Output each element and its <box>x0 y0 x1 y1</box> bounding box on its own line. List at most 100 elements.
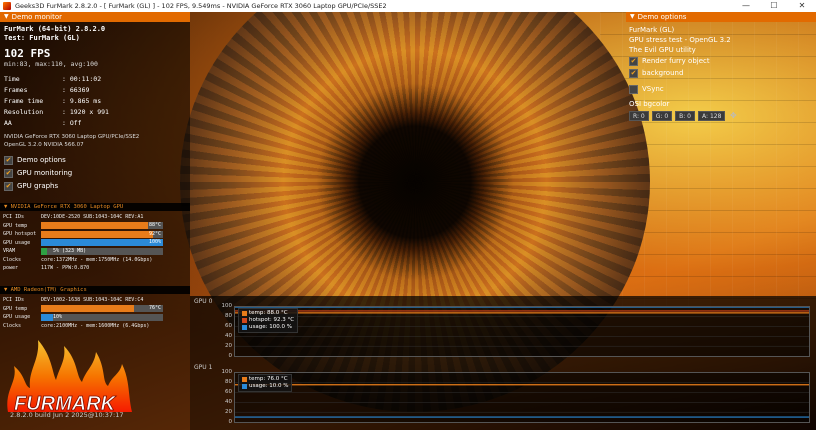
gpu0-header[interactable]: ▼ NVIDIA GeForce RTX 3060 Laptop GPU <box>0 203 190 211</box>
render-furry-object-toggle[interactable]: ✔ Render furry object <box>629 55 813 67</box>
gpu1-graph-title: GPU 1 <box>194 364 213 371</box>
collapse-arrow-icon[interactable]: ▼ <box>4 12 9 22</box>
stat-value: : 00:11:02 <box>62 75 102 83</box>
hotspot-label: GPU hotspot <box>3 231 37 238</box>
collapse-arrow-icon[interactable]: ▼ <box>4 204 11 210</box>
demo-options-toggle[interactable]: ✔ Demo options <box>4 154 186 167</box>
legend-label: usage: 100.0 % <box>249 324 292 330</box>
clocks-label: Clocks <box>3 256 22 263</box>
checkbox[interactable]: ✔ <box>629 56 638 66</box>
app-icon <box>3 2 11 10</box>
background-toggle[interactable]: ✔ background <box>629 67 813 79</box>
legend-swatch <box>242 377 247 382</box>
maximize-button[interactable]: ☐ <box>760 0 788 12</box>
temp-label: GPU temp <box>3 305 28 312</box>
osi-bgcolor-label: OSI bgcolor <box>629 100 670 108</box>
stat-label: Time <box>4 75 20 83</box>
stat-value: : 1920 x 991 <box>62 108 109 116</box>
checkbox[interactable] <box>629 84 638 94</box>
collapse-arrow-icon[interactable]: ▼ <box>630 12 635 22</box>
color-picker-icon[interactable]: ✥ <box>728 111 738 121</box>
minimize-button[interactable]: — <box>732 0 760 12</box>
window-title: Geeks3D FurMark 2.8.2.0 - [ FurMark (GL)… <box>15 2 387 10</box>
y-tick: 60 <box>225 389 232 395</box>
temp-label: GPU temp <box>3 222 28 229</box>
y-tick: 60 <box>225 323 232 329</box>
gpu-graphs-label: GPU graphs <box>17 182 59 190</box>
hotspot-value: 92°C <box>148 230 161 237</box>
osi-b-field[interactable]: B: 0 <box>675 111 696 121</box>
usage-value: 100% <box>148 239 161 246</box>
monitor-checks: ✔ Demo options ✔ GPU monitoring ✔ GPU graph… <box>4 154 186 193</box>
osi-g-field[interactable]: G: 0 <box>651 111 673 121</box>
vram-value: 5% (323 MB) <box>53 247 87 254</box>
vsync-toggle[interactable]: VSync <box>629 83 813 95</box>
osi-bgcolor-controls: R: 0 G: 0 B: 0 A: 128 ✥ <box>629 111 813 121</box>
legend-swatch <box>242 325 247 330</box>
gpu0-monitor: PCI IDs DEV:10DE-2520 SUB:1043-104C REV:A… <box>0 211 190 275</box>
gpu1-monitor: PCI IDs DEV:1002-1638 SUB:1043-104C REV:C… <box>0 294 190 332</box>
y-tick: 40 <box>225 399 232 405</box>
bar-fill <box>41 222 149 230</box>
stat-value: : 9.865 ms <box>62 97 102 105</box>
y-tick: 80 <box>225 379 232 385</box>
demo-monitor-header[interactable]: ▼ Demo monitor <box>0 12 190 22</box>
pci-value: DEV:10DE-2520 SUB:1043-104C REV:A1 <box>41 214 144 221</box>
stat-label: Resolution <box>4 108 44 116</box>
usage-label: GPU usage <box>3 314 31 321</box>
gpu1-header[interactable]: ▼ AMD Radeon(TM) Graphics <box>0 286 190 294</box>
gpu1-legend: temp: 76.0 °C usage: 10.0 % <box>238 374 293 392</box>
stats-list: Time: 00:11:02 Frames: 66369 Frame time:… <box>4 74 186 129</box>
app-name: FurMark (64-bit) 2.8.2.0 <box>4 25 106 33</box>
checkbox[interactable]: ✔ <box>4 169 13 178</box>
collapse-arrow-icon[interactable]: ▼ <box>4 287 11 293</box>
legend-swatch <box>242 311 247 316</box>
fps-readout: 102 FPS <box>4 47 51 60</box>
gl-version: OpenGL 3.2.0 NVIDIA 566.07 <box>4 142 84 148</box>
gpu0-vram-bar: 5% (323 MB) <box>41 247 163 255</box>
gpu-renderer: NVIDIA GeForce RTX 3060 Laptop GPU/PCIe/… <box>4 134 140 140</box>
temp-value: 76°C <box>148 305 161 312</box>
usage-label: GPU usage <box>3 239 31 246</box>
clocks-value: core:1372MHz - mem:1750MHz (14.0Gbps) <box>41 256 153 263</box>
checkbox[interactable]: ✔ <box>4 156 13 165</box>
demo-options-label: Demo options <box>17 156 66 164</box>
stat-row: Time : 00:11:02 <box>4 74 186 85</box>
test-name: Test: FurMark (GL) <box>4 34 80 42</box>
gpu-monitoring-toggle[interactable]: ✔ GPU monitoring <box>4 167 186 180</box>
gpu1-graph: GPU 1 100 80 60 40 20 0 temp: 76.0 °C us… <box>190 362 816 428</box>
test-title: FurMark (GL) <box>629 26 675 34</box>
gpu0-graph: GPU 0 100 80 60 40 20 0 temp: 88.0 °C ho… <box>190 296 816 360</box>
gpu-graphs-toggle[interactable]: ✔ GPU graphs <box>4 180 186 193</box>
osi-a-field[interactable]: A: 128 <box>698 111 726 121</box>
osi-r-field[interactable]: R: 0 <box>629 111 649 121</box>
bar-fill <box>41 247 48 255</box>
y-tick: 40 <box>225 333 232 339</box>
stat-row: Frame time: 9.865 ms <box>4 96 186 107</box>
gpu1-temp-bar: 76°C <box>41 305 163 313</box>
demo-options-panel: ▼ Demo options FurMark (GL) GPU stress t… <box>626 12 816 132</box>
legend-swatch <box>242 384 247 389</box>
tagline: The Evil GPU utility <box>629 46 696 54</box>
demo-options-header[interactable]: ▼ Demo options <box>626 12 816 22</box>
close-button[interactable]: ✕ <box>788 0 816 12</box>
legend-label: usage: 10.0 % <box>249 383 289 389</box>
bar-fill <box>41 305 134 313</box>
legend-item: temp: 76.0 °C <box>242 376 288 383</box>
bar-fill <box>41 313 54 321</box>
gpu0-hotspot-bar: 92°C <box>41 230 163 238</box>
clocks-value: core:2100MHz - mem:1600MHz (6.4Gbps) <box>41 322 150 329</box>
checkbox[interactable]: ✔ <box>629 68 638 78</box>
legend-label: hotspot: 92.3 °C <box>249 317 295 323</box>
clocks-label: Clocks <box>3 322 22 329</box>
title-bar: Geeks3D FurMark 2.8.2.0 - [ FurMark (GL)… <box>0 0 816 12</box>
vsync-label: VSync <box>642 85 664 93</box>
stat-label: Frames <box>4 86 28 94</box>
bar-fill <box>41 230 154 238</box>
legend-label: temp: 76.0 °C <box>249 376 288 382</box>
gpu-monitoring-label: GPU monitoring <box>17 169 73 177</box>
background-label: background <box>642 69 684 77</box>
pci-value: DEV:1002-1638 SUB:1043-104C REV:C4 <box>41 297 144 304</box>
checkbox[interactable]: ✔ <box>4 182 13 191</box>
y-tick: 80 <box>225 313 232 319</box>
